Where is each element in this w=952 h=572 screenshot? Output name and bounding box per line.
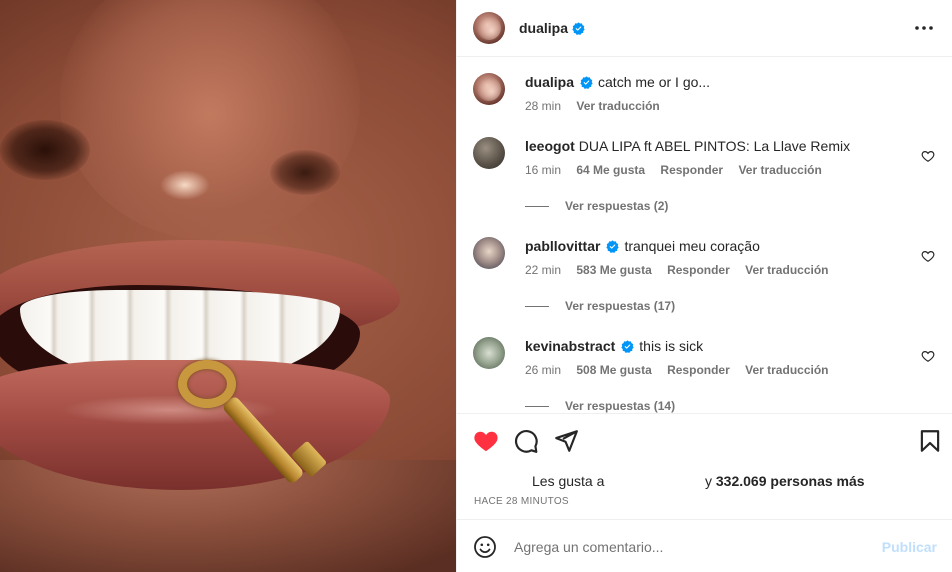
- likes-summary[interactable]: y 332.069 personas más: [705, 473, 865, 489]
- more-options-icon[interactable]: [912, 16, 936, 40]
- replies-divider-line: [525, 405, 549, 407]
- view-replies-button[interactable]: Ver respuestas (17): [525, 299, 675, 313]
- likes-conjunction: y: [705, 473, 712, 489]
- translate-link[interactable]: Ver traducción: [745, 363, 828, 377]
- comment-body: leeogot DUA LIPA ft ABEL PINTOS: La Llave…: [525, 137, 901, 177]
- owner-name-block: dualipa: [519, 20, 585, 36]
- view-replies-button[interactable]: Ver respuestas (2): [525, 199, 668, 213]
- caption-body: dualipa catch me or I go... 28 min Ver tr…: [525, 73, 901, 113]
- owner-username[interactable]: dualipa: [519, 20, 568, 36]
- comment-likes-count[interactable]: 508 Me gusta: [576, 363, 651, 377]
- comment-text: this is sick: [639, 338, 704, 354]
- verified-badge-icon: [621, 340, 634, 353]
- comment-likes-count[interactable]: 64 Me gusta: [576, 163, 645, 177]
- add-comment-bar: Publicar: [457, 521, 952, 572]
- commenter-username[interactable]: pabllovittar: [525, 238, 600, 254]
- caption-text: catch me or I go...: [598, 74, 711, 90]
- comment-text-line: kevinabstract this is sick: [525, 337, 901, 355]
- translate-link[interactable]: Ver traducción: [738, 163, 821, 177]
- commenter-username[interactable]: kevinabstract: [525, 338, 615, 354]
- image-key-ring: [178, 360, 236, 408]
- emoji-icon[interactable]: [473, 535, 497, 559]
- comment-icon[interactable]: [513, 428, 539, 454]
- comment-body: pabllovittar tranquei meu coração 22 min …: [525, 237, 901, 277]
- comment-like-heart-icon[interactable]: [921, 349, 935, 363]
- comment-like-heart-icon[interactable]: [921, 149, 935, 163]
- reply-button[interactable]: Responder: [667, 263, 730, 277]
- bookmark-icon[interactable]: [917, 428, 943, 454]
- post-time-ago: HACE 28 MINUTOS: [474, 496, 569, 507]
- post-side-panel: dualipa dualipa catch me or I go... 28 m…: [456, 0, 952, 572]
- replies-divider-line: [525, 305, 549, 307]
- send-icon[interactable]: [553, 428, 579, 454]
- commenter-avatar[interactable]: [473, 137, 505, 169]
- comment-meta: 22 min 583 Me gusta Responder Ver traduc…: [525, 263, 901, 277]
- reply-button[interactable]: Responder: [660, 163, 723, 177]
- reply-button[interactable]: Responder: [667, 363, 730, 377]
- comment-text: tranquei meu coração: [624, 238, 760, 254]
- comment-input[interactable]: [514, 538, 874, 555]
- comment-text: DUA LIPA ft ABEL PINTOS: La Llave Remix: [578, 138, 851, 154]
- caption-translate-link[interactable]: Ver traducción: [576, 99, 659, 113]
- likes-prefix: Les gusta a: [532, 473, 605, 489]
- verified-badge-icon: [572, 21, 585, 35]
- translate-link[interactable]: Ver traducción: [745, 263, 828, 277]
- caption-text-line: dualipa catch me or I go...: [525, 73, 901, 91]
- commenter-username[interactable]: leeogot: [525, 138, 575, 154]
- view-replies-label: Ver respuestas (14): [565, 399, 676, 413]
- image-highlight: [160, 170, 210, 200]
- comment-meta: 26 min 508 Me gusta Responder Ver traduc…: [525, 363, 901, 377]
- comment-text-line: leeogot DUA LIPA ft ABEL PINTOS: La Llave…: [525, 137, 901, 155]
- verified-badge-icon: [606, 240, 620, 253]
- publish-button[interactable]: Publicar: [882, 539, 937, 555]
- view-replies-label: Ver respuestas (2): [565, 199, 669, 213]
- post-image[interactable]: [0, 0, 456, 572]
- more-horizontal-icon: [915, 26, 933, 30]
- replies-divider-line: [525, 205, 549, 207]
- comment-meta: 16 min 64 Me gusta Responder Ver traducc…: [525, 163, 901, 177]
- post-header: dualipa: [457, 0, 952, 57]
- comment-likes-count[interactable]: 583 Me gusta: [576, 263, 651, 277]
- comment-time[interactable]: 26 min: [525, 363, 561, 377]
- caption-username[interactable]: dualipa: [525, 74, 574, 90]
- caption-time[interactable]: 28 min: [525, 99, 561, 113]
- comment-time[interactable]: 22 min: [525, 263, 561, 277]
- image-nostril-right: [270, 150, 340, 195]
- heart-filled-icon[interactable]: [473, 428, 499, 454]
- post-actions-section: Les gusta a y 332.069 personas más HACE …: [457, 414, 952, 520]
- comment-like-heart-icon[interactable]: [921, 249, 935, 263]
- image-nostril-left: [0, 120, 90, 180]
- image-nose: [60, 0, 360, 240]
- commenter-avatar[interactable]: [473, 237, 505, 269]
- likes-count[interactable]: 332.069 personas más: [716, 473, 865, 489]
- commenter-avatar[interactable]: [473, 337, 505, 369]
- owner-avatar[interactable]: [473, 12, 505, 44]
- comments-list[interactable]: dualipa catch me or I go... 28 min Ver tr…: [457, 57, 952, 414]
- caption-meta: 28 min Ver traducción: [525, 99, 901, 113]
- view-replies-button[interactable]: Ver respuestas (14): [525, 399, 675, 413]
- comment-text-line: pabllovittar tranquei meu coração: [525, 237, 901, 255]
- verified-badge-icon: [580, 76, 593, 89]
- comment-body: kevinabstract this is sick 26 min 508 Me …: [525, 337, 901, 377]
- view-replies-label: Ver respuestas (17): [565, 299, 676, 313]
- comment-time[interactable]: 16 min: [525, 163, 561, 177]
- caption-avatar[interactable]: [473, 73, 505, 105]
